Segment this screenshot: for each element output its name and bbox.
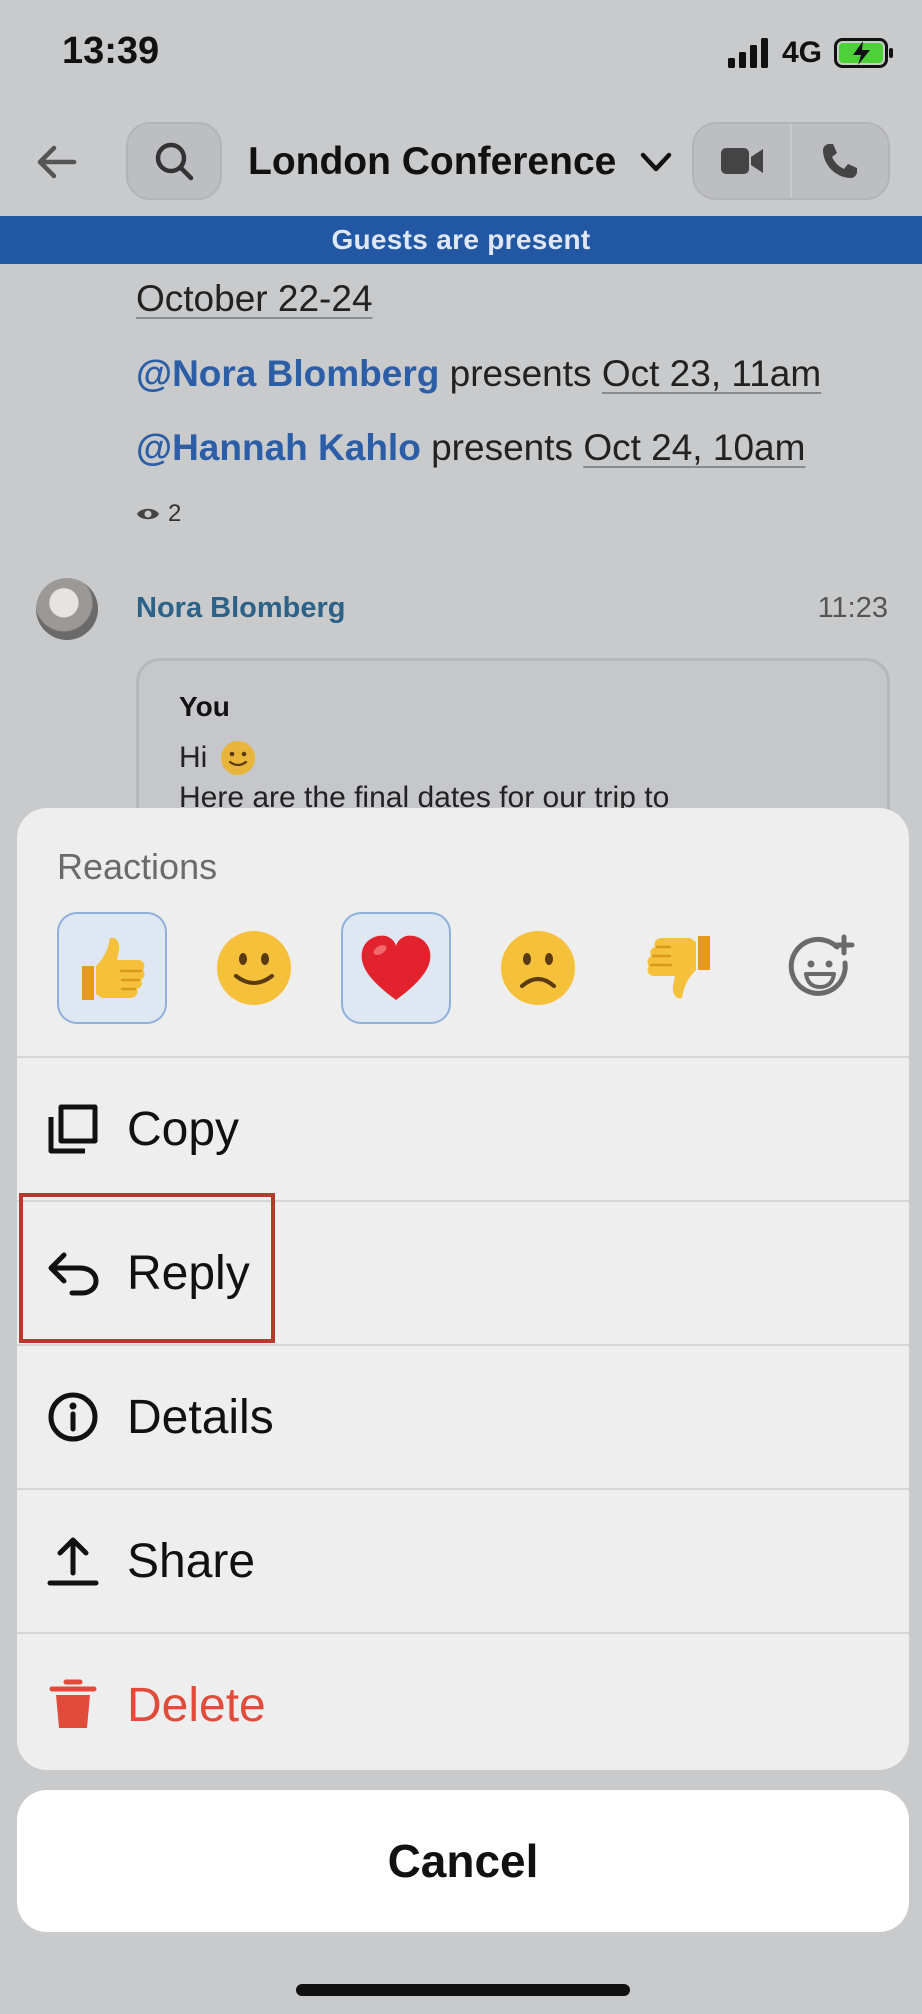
reaction-thumbs-up[interactable]	[57, 912, 167, 1024]
add-reaction-button[interactable]	[767, 912, 877, 1024]
search-button[interactable]	[126, 122, 222, 200]
delete-action[interactable]: Delete	[17, 1634, 909, 1770]
phone-icon	[823, 144, 857, 178]
share-action[interactable]: Share	[17, 1490, 909, 1632]
call-buttons	[692, 122, 890, 200]
delete-label: Delete	[127, 1678, 266, 1732]
share-label: Share	[127, 1534, 256, 1588]
trash-icon	[43, 1675, 103, 1735]
line-text: presents	[420, 427, 584, 468]
reactions-label: Reactions	[57, 846, 218, 887]
line-text: presents	[439, 353, 602, 394]
message-time: 11:23	[817, 592, 888, 624]
chat-title: London Conference	[248, 140, 617, 183]
reaction-smile[interactable]	[199, 912, 309, 1024]
bottom-bar	[0, 1932, 922, 2014]
date-link[interactable]: October 22-24	[136, 278, 373, 319]
quote-greeting: Hi	[179, 741, 208, 774]
quote-author: You	[179, 691, 230, 722]
mention-hannah[interactable]: @Hannah Kahlo	[136, 427, 421, 468]
mention-nora[interactable]: @Nora Blomberg	[136, 353, 439, 394]
reaction-heart[interactable]	[341, 912, 451, 1024]
chevron-down-icon	[641, 152, 672, 172]
chat-header: London Conference	[0, 110, 922, 216]
chat-title-dropdown[interactable]: London Conference	[248, 134, 674, 190]
info-icon	[43, 1387, 103, 1447]
guests-present-banner: Guests are present	[0, 216, 922, 264]
cancel-button[interactable]: Cancel	[17, 1790, 909, 1932]
details-label: Details	[127, 1390, 274, 1444]
copy-label: Copy	[127, 1102, 240, 1156]
thumbs-down-icon	[647, 936, 710, 999]
message-line-nora: @Nora Blomberg presents Oct 23, 11am	[136, 353, 821, 395]
video-call-button[interactable]	[694, 124, 790, 198]
sender-name[interactable]: Nora Blomberg	[136, 592, 345, 625]
copy-action[interactable]: Copy	[17, 1058, 909, 1200]
add-emoji-icon	[788, 934, 855, 996]
date-link[interactable]: Oct 23, 11am	[602, 353, 821, 394]
reaction-thumbs-down[interactable]	[625, 912, 735, 1024]
network-type: 4G	[782, 36, 823, 69]
reactions-row	[57, 912, 877, 1024]
reaction-frown[interactable]	[483, 912, 593, 1024]
smile-emoji-icon	[221, 741, 256, 775]
back-arrow-icon	[37, 145, 77, 179]
seen-count: 2	[168, 500, 182, 527]
smile-icon	[217, 931, 291, 1005]
thumbs-up-icon	[82, 937, 145, 1000]
message-line-hannah: @Hannah Kahlo presents Oct 24, 10am	[136, 427, 805, 469]
status-time: 13:39	[62, 30, 160, 72]
frown-icon	[501, 931, 575, 1005]
search-icon	[155, 142, 194, 181]
details-action[interactable]: Details	[17, 1346, 909, 1488]
share-upload-icon	[43, 1531, 103, 1591]
battery-charging-icon	[834, 38, 893, 68]
eye-icon	[137, 508, 159, 520]
copy-icon	[43, 1099, 103, 1159]
home-indicator[interactable]	[296, 1984, 630, 1996]
message-line-dates: October 22-24	[136, 278, 373, 320]
video-camera-icon	[721, 148, 763, 174]
signal-icon	[728, 38, 768, 68]
reply-highlight-box	[19, 1193, 275, 1343]
avatar[interactable]	[36, 578, 98, 640]
status-bar: 13:39 4G	[0, 0, 922, 110]
date-link[interactable]: Oct 24, 10am	[583, 427, 805, 468]
heart-icon	[361, 935, 431, 1000]
seen-indicator[interactable]: 2	[136, 500, 181, 528]
quote-greeting-line: Hi	[179, 739, 257, 777]
voice-call-button[interactable]	[790, 124, 888, 198]
back-button[interactable]	[30, 136, 82, 188]
